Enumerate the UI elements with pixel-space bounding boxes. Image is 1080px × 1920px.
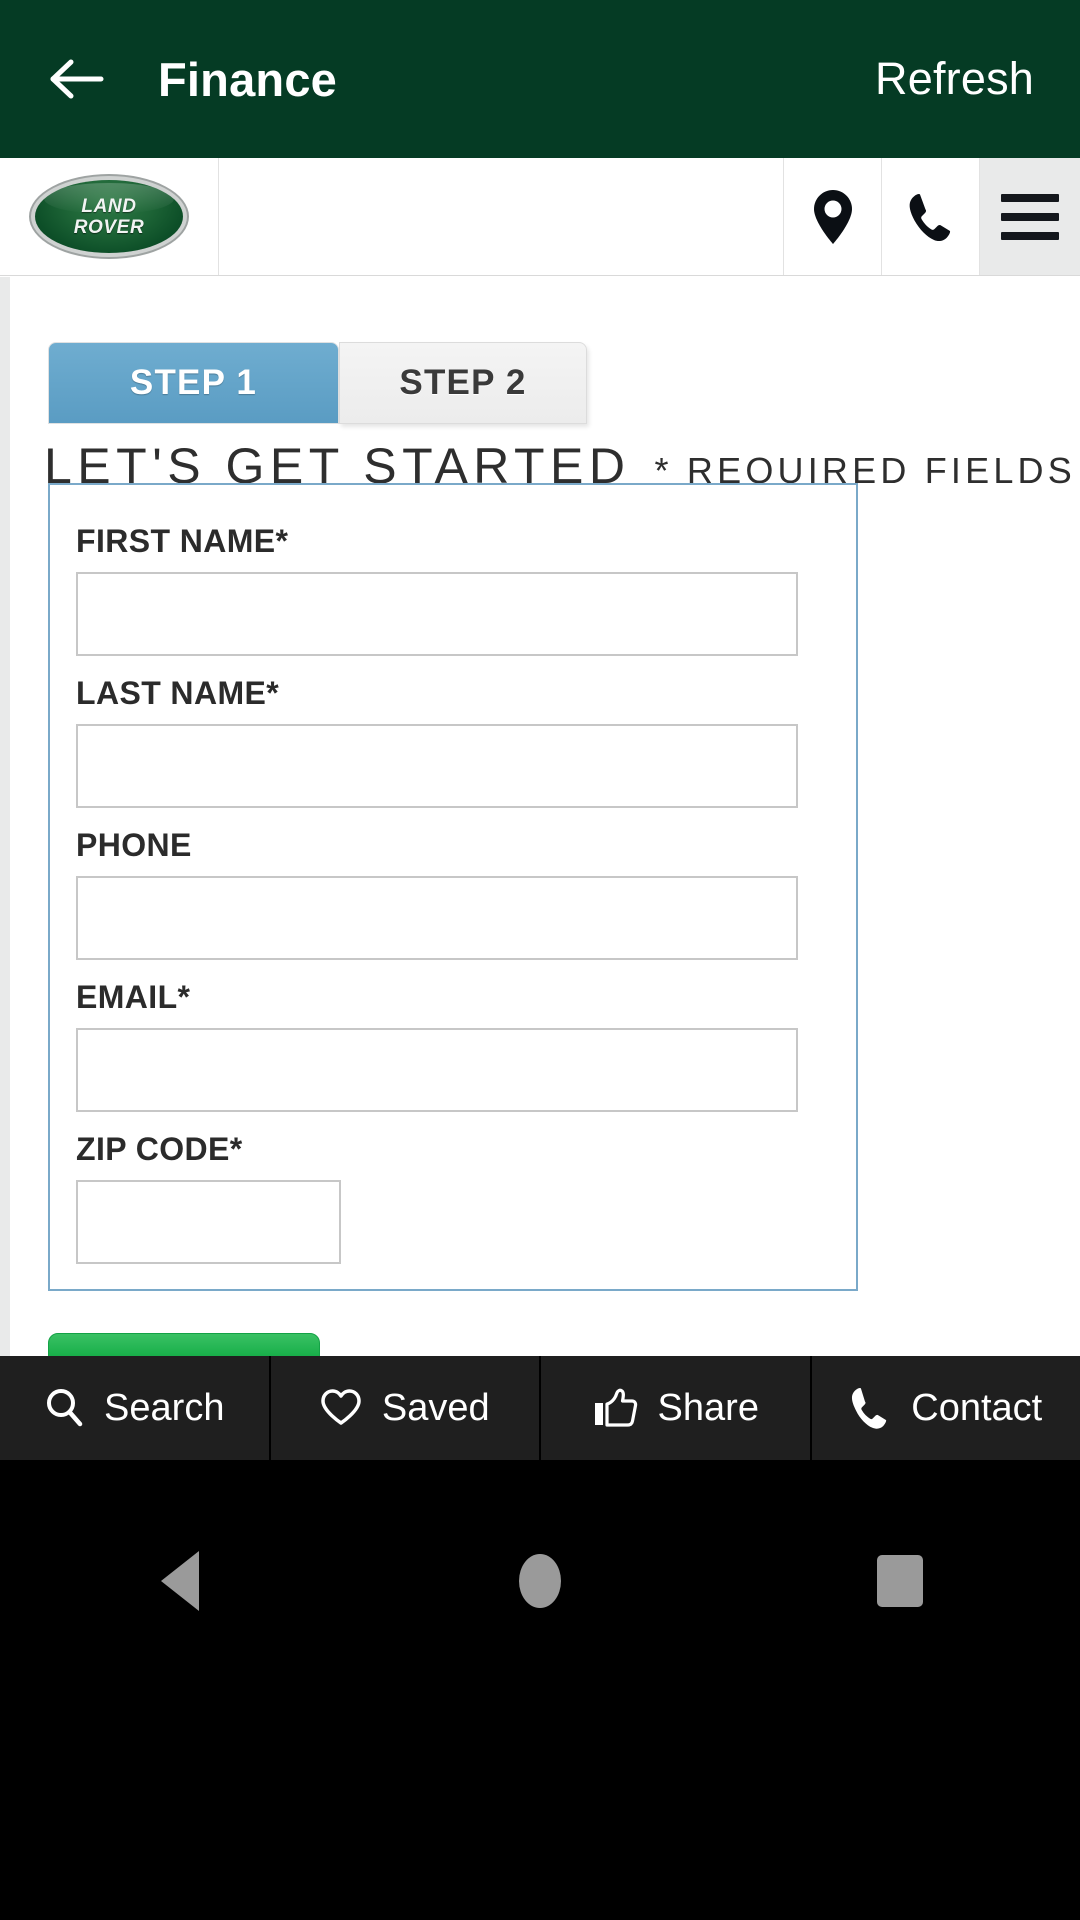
refresh-button[interactable]: Refresh (875, 53, 1052, 105)
land-rover-logo-icon: LAND ROVER (35, 180, 183, 253)
page-title: Finance (158, 52, 338, 106)
hamburger-line (1001, 231, 1059, 240)
tab-step-1[interactable]: STEP 1 (48, 342, 339, 424)
email-input[interactable] (76, 1028, 798, 1112)
phone-input[interactable] (76, 876, 798, 960)
lead-form: FIRST NAME* LAST NAME* PHONE EMAIL* ZIP (48, 483, 858, 1291)
field-label-email: EMAIL* (76, 979, 191, 1015)
field-label-zip-code: ZIP CODE* (76, 1131, 243, 1167)
form-page: STEP 1 STEP 2 LET'S GET STARTED * REQUIR… (10, 277, 1080, 1602)
bottom-label-contact: Contact (911, 1386, 1043, 1429)
logo-line-2: ROVER (73, 216, 145, 238)
bottom-item-share[interactable]: Share (541, 1356, 812, 1460)
app-header: Finance Refresh (0, 0, 1080, 158)
field-label-first-name: FIRST NAME* (76, 523, 289, 559)
android-home-button[interactable] (460, 1536, 620, 1626)
location-pin-icon[interactable] (784, 158, 882, 275)
bottom-item-search[interactable]: Search (0, 1356, 271, 1460)
bottom-label-search: Search (104, 1386, 225, 1429)
last-name-input[interactable] (76, 724, 798, 808)
bottom-label-share: Share (657, 1386, 759, 1429)
step-tabs: STEP 1 STEP 2 (48, 342, 587, 424)
bottom-label-saved: Saved (381, 1386, 490, 1429)
bottom-item-contact[interactable]: Contact (812, 1356, 1080, 1460)
field-email: EMAIL* (76, 979, 798, 1112)
nav-empty-cell (219, 158, 784, 275)
hamburger-lines (1001, 193, 1059, 240)
bottom-toolbar: Search Saved Share Contact (0, 1356, 1080, 1460)
field-last-name: LAST NAME* (76, 675, 798, 808)
first-name-input[interactable] (76, 572, 798, 656)
hamburger-menu-icon[interactable] (980, 158, 1080, 275)
bottom-item-saved[interactable]: Saved (271, 1356, 541, 1460)
recents-square-icon (877, 1555, 923, 1607)
thumbs-up-icon (594, 1388, 637, 1427)
hamburger-line (1001, 193, 1059, 202)
home-circle-icon (519, 1554, 561, 1608)
webview-content: STEP 1 STEP 2 LET'S GET STARTED * REQUIR… (0, 277, 1080, 1602)
hamburger-line (1001, 212, 1059, 221)
field-phone: PHONE (76, 827, 798, 960)
phone-icon[interactable] (882, 158, 980, 275)
field-label-last-name: LAST NAME* (76, 675, 280, 711)
phone-screen: Finance Refresh LAND ROVER STEP 1 STEP 2… (0, 0, 1080, 1920)
heart-icon (321, 1389, 361, 1425)
back-triangle-icon (161, 1551, 199, 1611)
android-back-button[interactable] (100, 1536, 260, 1626)
field-zip-code: ZIP CODE* (76, 1131, 341, 1264)
site-nav-bar: LAND ROVER (0, 158, 1080, 276)
phone-icon (852, 1388, 887, 1429)
android-nav-bar (0, 1460, 1080, 1920)
back-arrow-icon[interactable] (46, 48, 108, 110)
logo-line-1: LAND (81, 195, 137, 217)
tab-step-2[interactable]: STEP 2 (339, 342, 587, 424)
field-first-name: FIRST NAME* (76, 523, 798, 656)
search-icon (47, 1389, 83, 1427)
android-recents-button[interactable] (820, 1536, 980, 1626)
brand-logo[interactable]: LAND ROVER (0, 158, 219, 275)
field-label-phone: PHONE (76, 827, 192, 863)
zip-code-input[interactable] (76, 1180, 341, 1264)
